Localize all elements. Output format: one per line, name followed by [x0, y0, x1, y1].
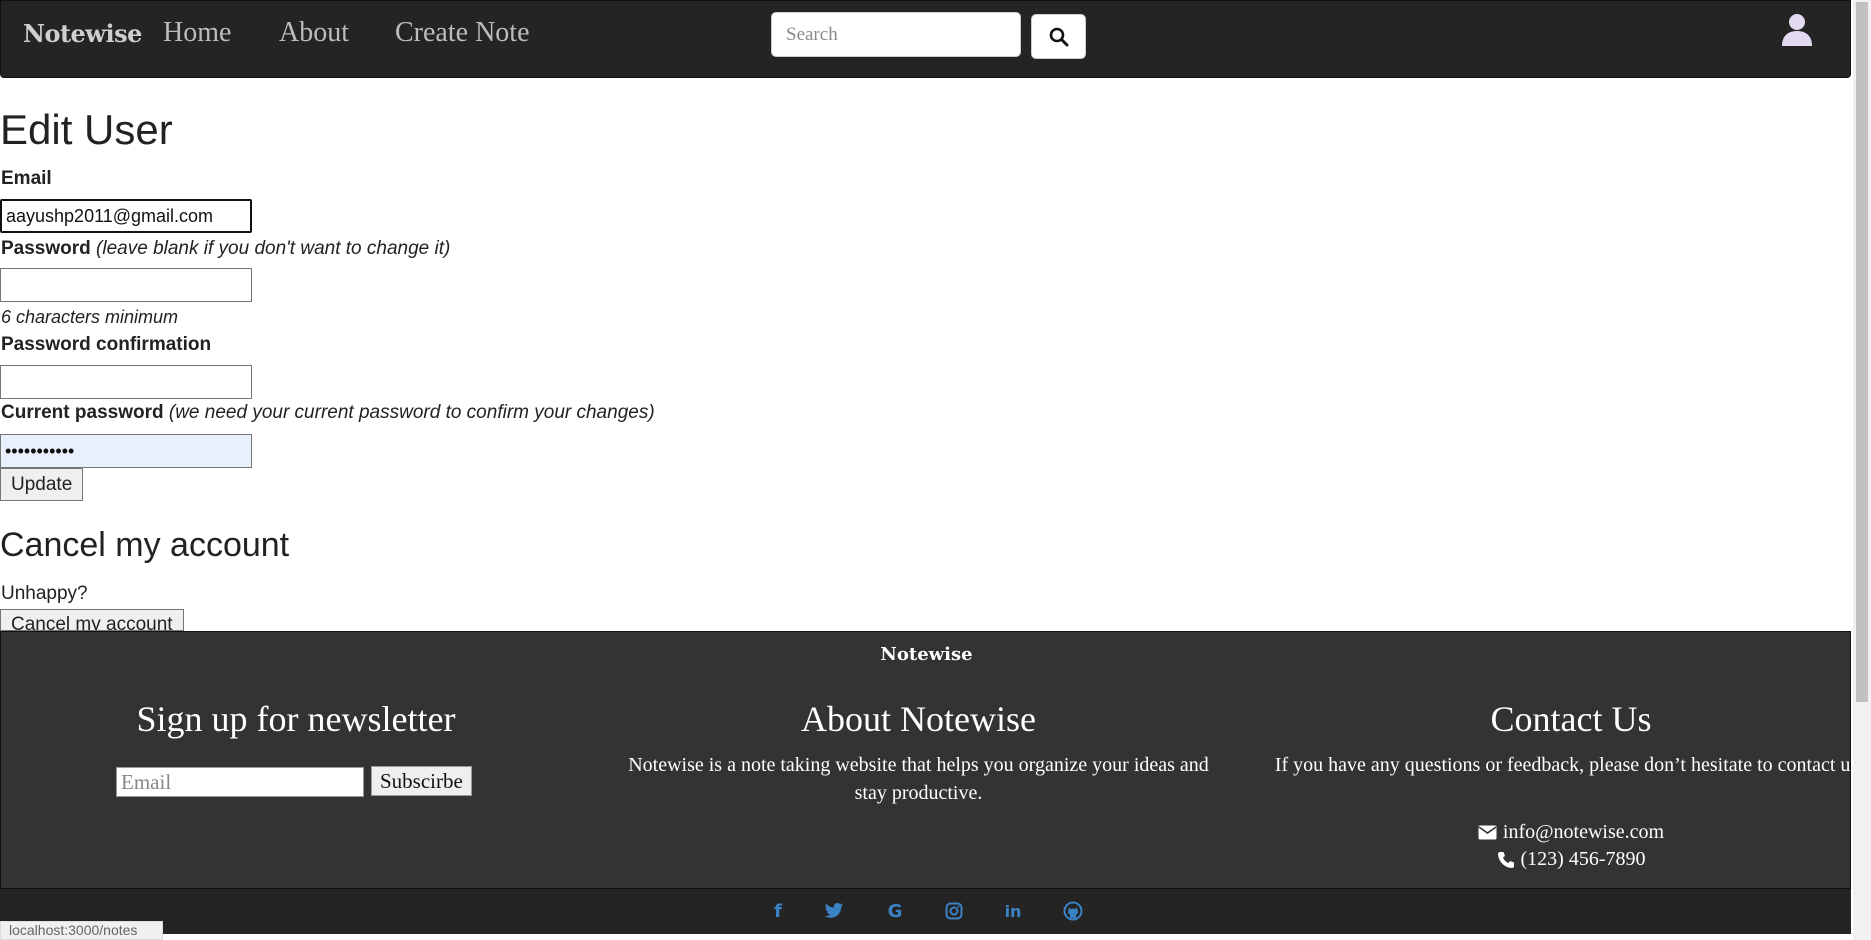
search-input[interactable]: [771, 12, 1021, 57]
unhappy-text: Unhappy?: [1, 583, 88, 604]
about-title: About Notewise: [801, 699, 1036, 739]
contact-title: Contact Us: [1490, 699, 1652, 739]
navbar-brand[interactable]: Notewise: [23, 19, 142, 48]
social-bar: f G in: [0, 889, 1851, 934]
github-icon[interactable]: [1061, 899, 1085, 923]
contact-email: info@notewise.com: [1251, 821, 1871, 844]
user-icon[interactable]: [1781, 13, 1813, 47]
cancel-account-heading: Cancel my account: [0, 526, 290, 564]
facebook-icon[interactable]: f: [766, 899, 790, 923]
google-icon[interactable]: G: [883, 899, 907, 923]
twitter-icon[interactable]: [822, 899, 846, 923]
nav-link-home[interactable]: Home: [163, 17, 231, 49]
password-field[interactable]: [0, 268, 252, 302]
current-password-field[interactable]: [0, 434, 252, 468]
scrollbar-thumb[interactable]: [1856, 2, 1868, 702]
contact-phone: (123) 456-7890: [1251, 848, 1871, 871]
newsletter-title: Sign up for newsletter: [136, 699, 456, 739]
nav-link-create-note[interactable]: Create Note: [395, 17, 530, 49]
email-label: Email: [1, 168, 52, 189]
about-text: Notewise is a note taking website that h…: [628, 754, 1209, 804]
instagram-icon[interactable]: [942, 899, 966, 923]
cancel-account-button[interactable]: Cancel my account: [0, 609, 184, 631]
contact-text: If you have any questions or feedback, p…: [1274, 754, 1864, 776]
password-hint: 6 characters minimum: [1, 307, 179, 327]
contact-email-text[interactable]: info@notewise.com: [1503, 821, 1664, 844]
subscribe-button[interactable]: Subscirbe: [371, 766, 472, 796]
update-button[interactable]: Update: [0, 468, 84, 501]
newsletter-email-input[interactable]: [116, 767, 364, 797]
page-scrollbar[interactable]: [1853, 0, 1871, 940]
top-navbar: Notewise Home About Create Note: [0, 0, 1851, 78]
email-field[interactable]: [0, 199, 252, 233]
password-confirmation-field[interactable]: [0, 365, 252, 399]
password-label: Password (leave blank if you don't want …: [1, 238, 451, 259]
contact-phone-text[interactable]: (123) 456-7890: [1521, 848, 1646, 871]
phone-icon: [1497, 851, 1514, 868]
current-password-label: Current password (we need your current p…: [1, 402, 655, 423]
password-confirmation-label: Password confirmation: [1, 334, 212, 355]
linkedin-icon[interactable]: in: [1001, 899, 1025, 923]
page-title: Edit User: [0, 106, 173, 153]
search-icon: [1049, 27, 1068, 46]
status-url-bar: localhost:3000/notes: [0, 921, 163, 940]
footer-brand: Notewise: [880, 644, 973, 665]
envelope-icon: [1478, 825, 1497, 840]
search-button[interactable]: [1031, 14, 1086, 59]
nav-link-about[interactable]: About: [279, 17, 349, 49]
footer: Notewise Sign up for newsletter Subscirb…: [0, 631, 1863, 889]
